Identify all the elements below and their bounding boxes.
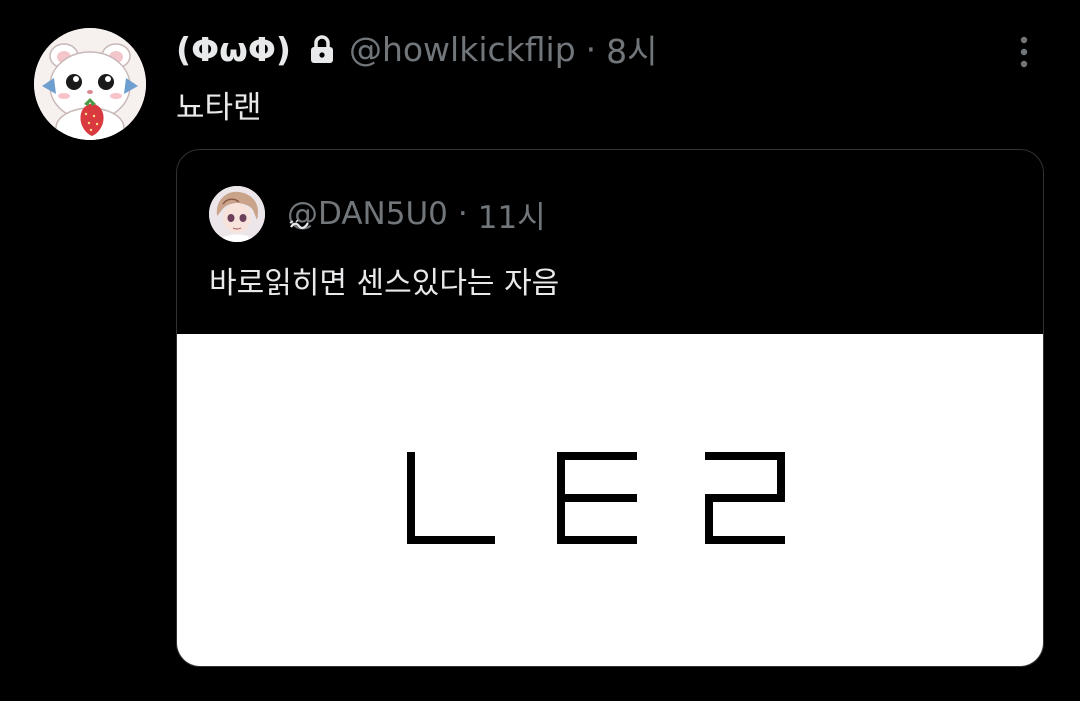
author-display-name[interactable]: (ΦωΦ) [176,30,291,69]
squiggle-icon [289,216,311,230]
quote-separator-dot: · [457,196,468,232]
consonant-image [407,452,785,544]
quote-text: 바로읽히면 센스있다는 자음 [209,266,560,301]
lock-icon [309,34,335,64]
tweet-timestamp[interactable]: 8시 [606,25,657,73]
quote-author-handle[interactable]: @DAN5U0 [287,196,448,232]
quote-header: @DAN5U0 · 11시 [209,186,546,242]
more-vertical-icon[interactable] [1012,34,1036,70]
hamster-strawberry-avatar-icon [34,28,146,140]
quote-author-avatar[interactable] [209,186,265,242]
quote-media-image[interactable] [177,334,1043,666]
tweet[interactable]: (ΦωΦ) @howlkickflip · 8시 뇨타랜 @DAN5U0 · 1… [0,0,1080,701]
author-handle[interactable]: @howlkickflip [349,30,576,69]
tweet-header: (ΦωΦ) @howlkickflip · 8시 [176,24,658,74]
quote-timestamp[interactable]: 11시 [478,192,546,237]
separator-dot: · [585,29,597,69]
quoted-tweet[interactable]: @DAN5U0 · 11시 바로읽히면 센스있다는 자음 [176,149,1044,667]
author-avatar[interactable] [34,28,146,140]
tweet-text: 뇨타랜 [176,90,262,126]
anime-character-avatar-icon [209,186,265,242]
